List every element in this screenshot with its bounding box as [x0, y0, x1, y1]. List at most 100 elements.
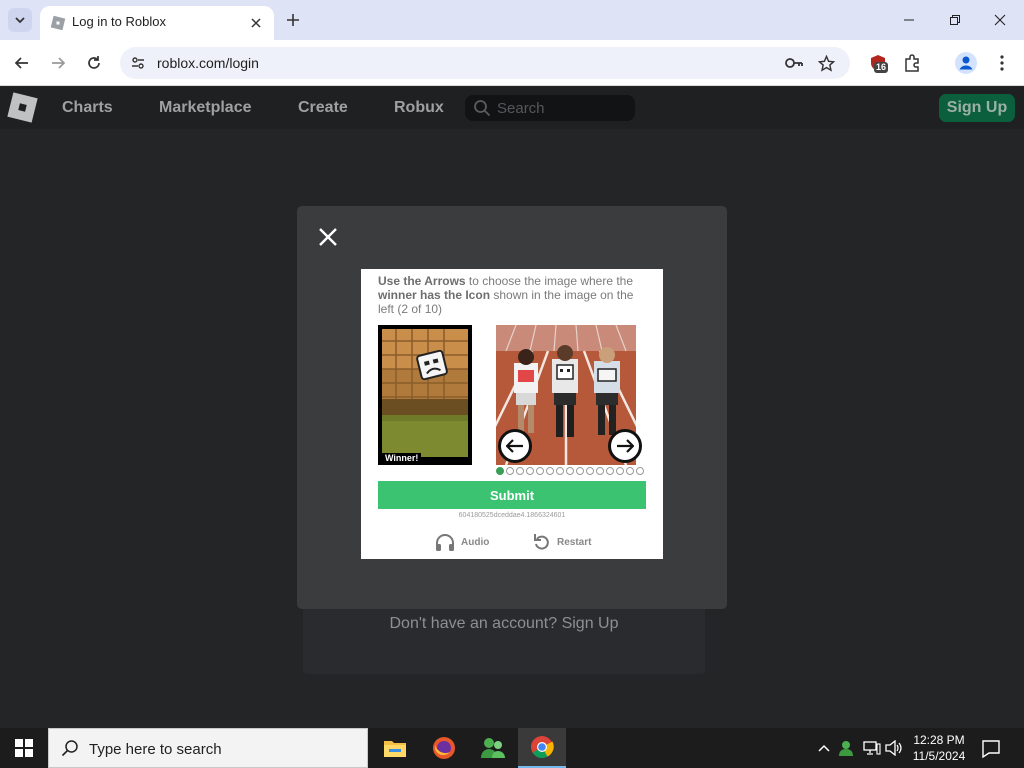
pagination-dot[interactable] — [566, 467, 574, 475]
restart-button[interactable]: Restart — [533, 531, 591, 553]
arrow-left-icon — [14, 57, 28, 69]
reload-button[interactable] — [82, 51, 106, 75]
pagination-dot[interactable] — [576, 467, 584, 475]
signup-button[interactable]: Sign Up — [939, 94, 1015, 122]
profile-button[interactable] — [954, 51, 978, 75]
tray-people-button[interactable] — [838, 738, 858, 758]
nav-search-box — [465, 95, 635, 121]
volume-icon — [885, 740, 902, 756]
forward-button[interactable] — [46, 51, 70, 75]
minimize-icon — [904, 19, 914, 21]
close-window-button[interactable] — [986, 6, 1014, 34]
nav-search-input[interactable] — [497, 98, 627, 118]
extensions-menu-button[interactable] — [900, 51, 924, 75]
session-id: 604180525dceddae4.1866324601 — [458, 512, 566, 519]
search-icon — [61, 740, 78, 757]
arrow-right-icon — [617, 439, 634, 453]
address-bar[interactable]: roblox.com/login — [120, 47, 850, 79]
restore-button[interactable] — [941, 6, 969, 34]
kebab-menu-icon — [1000, 55, 1004, 71]
password-key-button[interactable] — [782, 51, 806, 75]
star-icon — [817, 54, 835, 72]
chevron-down-icon — [15, 17, 25, 24]
pagination-dot[interactable] — [536, 467, 544, 475]
roblox-favicon-icon — [50, 15, 66, 31]
audio-button[interactable]: Audio — [435, 531, 489, 553]
browser-tab-strip: Log in to Roblox — [0, 0, 1024, 40]
clock-time: 12:28 PM — [913, 733, 965, 747]
people-icon — [481, 738, 505, 758]
pagination-dot[interactable] — [606, 467, 614, 475]
modal-close-icon[interactable] — [317, 226, 339, 248]
tray-volume-button[interactable] — [884, 738, 904, 758]
next-image-button[interactable] — [608, 429, 642, 463]
instruction-bold-arrows: Use the Arrows — [378, 274, 466, 288]
restart-icon — [534, 534, 549, 550]
pagination-dot[interactable] — [506, 467, 514, 475]
taskbar-chrome[interactable] — [518, 728, 566, 768]
taskbar-search-box[interactable]: Type here to search — [48, 728, 368, 768]
restart-label: Restart — [557, 536, 592, 548]
avatar-icon — [955, 52, 977, 74]
clock-date: 11/5/2024 — [912, 749, 966, 763]
chevron-up-icon — [818, 744, 830, 752]
restore-icon — [950, 15, 960, 25]
taskbar-clock[interactable]: 12:28 PM 11/5/2024 — [904, 732, 974, 764]
taskbar-firefox[interactable] — [420, 728, 468, 768]
browser-toolbar: roblox.com/login — [0, 40, 1024, 86]
pagination-dot[interactable] — [546, 467, 554, 475]
bookmark-button[interactable] — [814, 51, 838, 75]
reload-icon — [88, 56, 100, 69]
arrow-right-icon — [52, 57, 66, 69]
pagination-dot[interactable] — [616, 467, 624, 475]
start-button[interactable] — [0, 728, 48, 768]
pagination-dot[interactable] — [596, 467, 604, 475]
pagination-dot[interactable] — [556, 467, 564, 475]
plus-icon — [287, 14, 299, 26]
pagination-dot[interactable] — [636, 467, 644, 475]
windows-logo-icon — [15, 739, 33, 757]
new-tab-button[interactable] — [282, 9, 304, 31]
nav-link-charts[interactable]: Charts — [62, 99, 113, 117]
instruction-text-1: to choose the image where the — [465, 274, 634, 288]
tray-overflow-button[interactable] — [814, 738, 834, 758]
tray-network-button[interactable] — [862, 738, 882, 758]
image-pagination-dots — [496, 467, 646, 475]
pagination-dot[interactable] — [626, 467, 634, 475]
network-icon — [863, 741, 881, 755]
previous-image-button[interactable] — [498, 429, 532, 463]
tune-icon — [132, 57, 144, 69]
pagination-dot[interactable] — [516, 467, 524, 475]
extension-badge: 16 — [874, 62, 889, 73]
minimize-button[interactable] — [895, 6, 923, 34]
taskbar-file-explorer[interactable] — [371, 728, 419, 768]
nav-link-marketplace[interactable]: Marketplace — [159, 99, 252, 117]
pagination-dot[interactable] — [586, 467, 594, 475]
instruction-bold-winner: winner has the Icon — [378, 288, 491, 302]
captcha-panel: Use the Arrows to choose the image where… — [361, 269, 663, 559]
no-account-link[interactable]: Don't have an account? Sign Up — [303, 615, 705, 633]
tab-search-button[interactable] — [8, 8, 32, 32]
tab-title: Log in to Roblox — [72, 14, 166, 29]
tab-close-button[interactable] — [246, 13, 266, 33]
reference-image-frame: Winner! — [378, 325, 472, 465]
pagination-dot[interactable] — [526, 467, 534, 475]
browser-tab-active[interactable]: Log in to Roblox — [40, 6, 274, 40]
close-icon — [251, 18, 261, 28]
back-button[interactable] — [10, 51, 34, 75]
nav-link-robux[interactable]: Robux — [394, 99, 444, 117]
roblox-nav-bar: Charts Marketplace Create Robux Sign Up — [0, 87, 1024, 129]
people-tray-icon — [839, 741, 853, 756]
taskbar-people-app[interactable] — [469, 728, 517, 768]
firefox-icon — [433, 737, 455, 759]
roblox-logo-icon[interactable] — [7, 92, 38, 123]
notification-center-icon[interactable] — [980, 738, 1002, 760]
captcha-modal: Use the Arrows to choose the image where… — [297, 206, 727, 609]
key-icon — [785, 58, 803, 68]
browser-menu-button[interactable] — [990, 51, 1014, 75]
site-info-button[interactable] — [128, 53, 148, 73]
close-icon — [994, 14, 1006, 26]
pagination-dot[interactable] — [496, 467, 504, 475]
submit-button[interactable]: Submit — [378, 481, 646, 509]
nav-link-create[interactable]: Create — [298, 99, 348, 117]
